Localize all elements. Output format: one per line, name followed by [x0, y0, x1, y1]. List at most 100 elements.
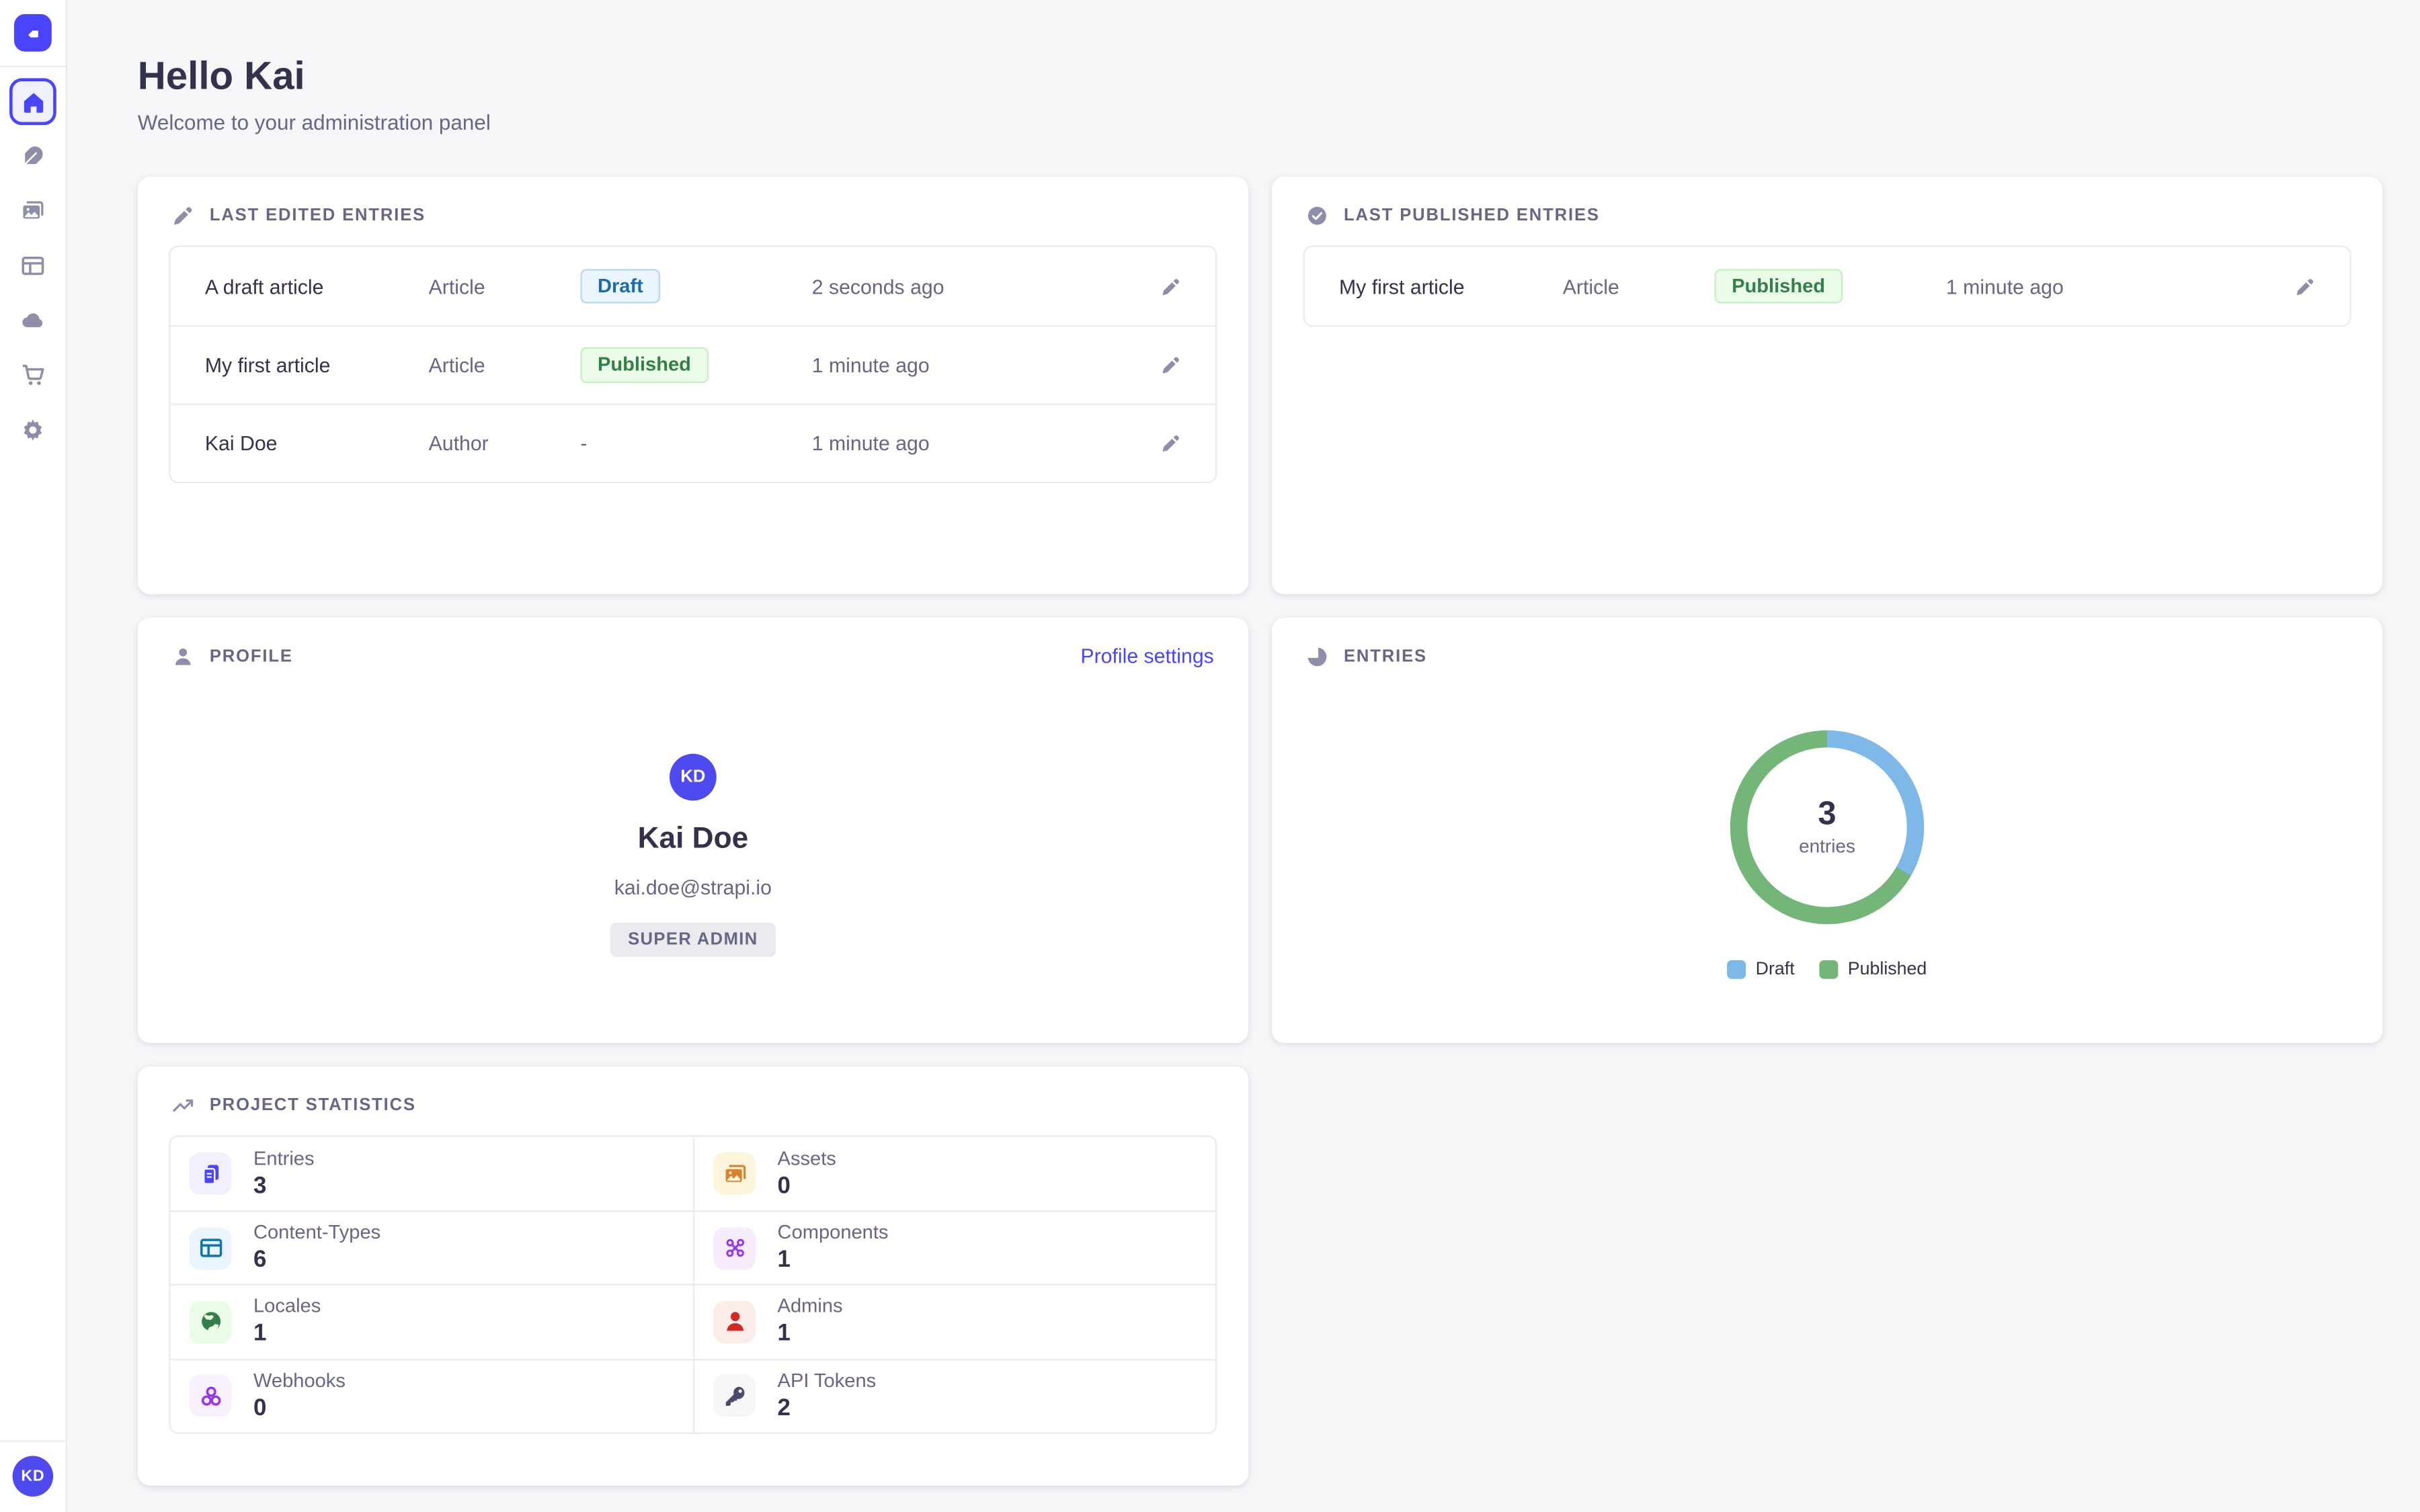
- project-statistics-table: Entries3 Assets 0 Content-Types6: [169, 1135, 1217, 1433]
- last-edited-table: A draft article Article Draft 2 seconds …: [169, 245, 1217, 483]
- legend-swatch-draft: [1728, 960, 1746, 979]
- entry-type: Article: [1563, 274, 1715, 298]
- locales-icon: [190, 1301, 232, 1343]
- trend-up-icon: [172, 1095, 194, 1117]
- sidebar-divider-top: [0, 66, 67, 67]
- entry-name: A draft article: [205, 274, 429, 298]
- card-title: LAST PUBLISHED ENTRIES: [1344, 206, 1600, 225]
- card-title: LAST EDITED ENTRIES: [210, 206, 426, 225]
- cart-icon: [20, 363, 45, 388]
- edit-entry-icon[interactable]: [1161, 355, 1181, 375]
- sidebar-item-home[interactable]: [9, 78, 56, 125]
- stat-cell-locales: Locales1: [171, 1284, 693, 1358]
- entry-time: 1 minute ago: [812, 431, 1089, 455]
- entry-time: 1 minute ago: [812, 353, 1089, 377]
- webhooks-icon: [190, 1375, 232, 1417]
- stat-value: 1: [778, 1245, 889, 1275]
- profile-settings-link[interactable]: Profile settings: [1080, 644, 1213, 668]
- entry-type: Article: [429, 353, 581, 377]
- card-title: PROFILE: [210, 647, 293, 666]
- assets-icon: [713, 1152, 756, 1195]
- sidebar-divider-bottom: [0, 1440, 67, 1441]
- entry-name: My first article: [205, 353, 429, 377]
- sidebar-nav: [9, 78, 56, 453]
- admins-icon: [713, 1301, 756, 1343]
- sidebar-item-settings[interactable]: [9, 407, 56, 454]
- last-published-entries-card: LAST PUBLISHED ENTRIES My first article …: [1272, 177, 2382, 594]
- sidebar-item-cloud[interactable]: [9, 297, 56, 344]
- legend-swatch-published: [1820, 960, 1839, 979]
- status-badge: Draft: [580, 269, 660, 304]
- entry-status: Published: [1714, 269, 1945, 304]
- entry-status: Published: [580, 347, 811, 382]
- pencil-icon: [172, 205, 194, 227]
- card-title: PROJECT STATISTICS: [210, 1096, 416, 1115]
- legend-label: Draft: [1756, 960, 1795, 979]
- project-statistics-card: PROJECT STATISTICS Entries3 Assets 0: [138, 1066, 1248, 1486]
- table-row: A draft article Article Draft 2 seconds …: [171, 247, 1215, 325]
- entry-name: My first article: [1339, 274, 1563, 298]
- entries-icon: [190, 1152, 232, 1195]
- last-edited-entries-card: LAST EDITED ENTRIES A draft article Arti…: [138, 177, 1248, 594]
- stat-label: Entries: [253, 1147, 315, 1171]
- edit-entry-icon[interactable]: [1161, 433, 1181, 454]
- content-types-icon: [190, 1227, 232, 1269]
- stat-value: 3: [253, 1171, 315, 1200]
- entry-status: -: [580, 431, 811, 455]
- dashboard-grid: LAST EDITED ENTRIES A draft article Arti…: [138, 177, 2382, 1486]
- api-tokens-icon: [713, 1375, 756, 1417]
- stat-cell-api-tokens: API Tokens2: [693, 1358, 1215, 1432]
- stat-value: 6: [253, 1245, 380, 1275]
- donut-hole: 3 entries: [1747, 747, 1906, 907]
- stat-label: Assets: [778, 1147, 836, 1171]
- home-icon: [21, 90, 44, 114]
- stat-cell-content-types: Content-Types6: [171, 1211, 693, 1285]
- avatar: KD: [670, 754, 717, 801]
- entry-status: Draft: [580, 269, 811, 304]
- strapi-admin-dashboard: KD Hello Kai Welcome to your administrat…: [0, 0, 2420, 1512]
- stat-cell-entries: Entries3: [171, 1137, 693, 1211]
- stat-cell-admins: Admins1: [693, 1284, 1215, 1358]
- user-icon: [172, 646, 194, 668]
- status-badge: Published: [580, 347, 708, 382]
- table-row: Kai Doe Author - 1 minute ago: [171, 403, 1215, 481]
- strapi-logo-icon[interactable]: [14, 14, 52, 52]
- donut-total-label: entries: [1799, 835, 1855, 857]
- status-badge: Published: [1714, 269, 1842, 304]
- legend-label: Published: [1848, 960, 1927, 979]
- edit-entry-icon[interactable]: [1161, 276, 1181, 296]
- sidebar-item-content-manager[interactable]: [9, 133, 56, 180]
- last-edited-card-header: LAST EDITED ENTRIES: [138, 177, 1248, 245]
- sidebar-item-marketplace[interactable]: [9, 352, 56, 399]
- layout-icon: [20, 253, 45, 278]
- entry-time: 1 minute ago: [1946, 274, 2223, 298]
- page-subtitle: Welcome to your administration panel: [138, 110, 2382, 138]
- table-row: My first article Article Published 1 min…: [1305, 247, 2349, 325]
- stat-value: 0: [253, 1393, 346, 1423]
- feather-icon: [20, 144, 45, 169]
- sidebar-user-avatar[interactable]: KD: [13, 1456, 54, 1497]
- entry-type: Article: [429, 274, 581, 298]
- edit-entry-icon[interactable]: [2295, 276, 2315, 296]
- entries-chart-body: 3 entries Draft Published: [1272, 687, 2382, 979]
- page-title: Hello Kai: [138, 53, 2382, 100]
- card-title: ENTRIES: [1344, 647, 1427, 666]
- images-icon: [20, 199, 45, 224]
- role-badge: SUPER ADMIN: [610, 923, 775, 957]
- stat-label: Locales: [253, 1296, 321, 1319]
- entries-donut-chart: 3 entries: [1730, 730, 1925, 925]
- sidebar-item-media-library[interactable]: [9, 187, 56, 235]
- strapi-logo-mark: [22, 22, 44, 44]
- stat-cell-webhooks: Webhooks0: [171, 1358, 693, 1432]
- profile-body: KD Kai Doe kai.doe@strapi.io SUPER ADMIN: [138, 687, 1248, 958]
- gear-icon: [20, 417, 45, 442]
- entry-type: Author: [429, 431, 581, 455]
- profile-email: kai.doe@strapi.io: [614, 876, 772, 899]
- chart-legend: Draft Published: [1728, 960, 1927, 979]
- entry-name: Kai Doe: [205, 431, 429, 455]
- sidebar-item-content-type-builder[interactable]: [9, 243, 56, 290]
- entries-card-header: ENTRIES: [1272, 618, 2382, 686]
- check-circle-icon: [1306, 205, 1328, 227]
- stat-value: 2: [778, 1393, 877, 1423]
- entries-chart-card: ENTRIES 3 entries Draft: [1272, 618, 2382, 1043]
